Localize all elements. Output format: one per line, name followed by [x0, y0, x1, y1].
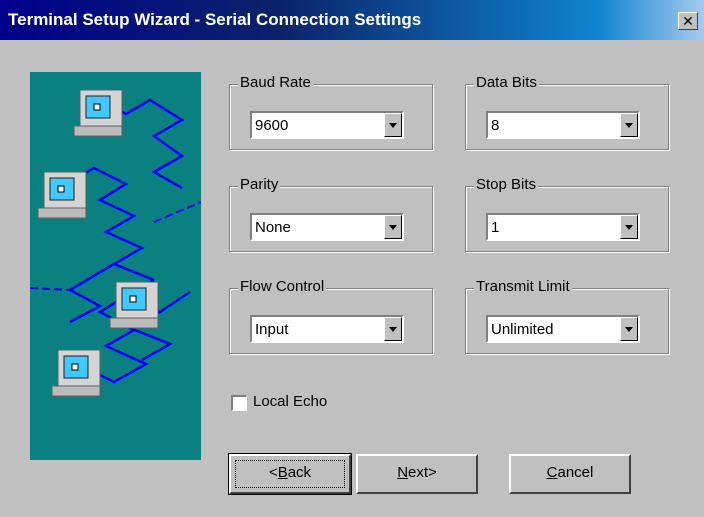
chevron-down-icon[interactable]: [384, 113, 402, 137]
transmit-limit-select[interactable]: Unlimited: [486, 315, 640, 343]
wizard-dialog: Terminal Setup Wizard - Serial Connectio…: [0, 0, 704, 517]
data-bits-label: Data Bits: [474, 74, 539, 91]
chevron-down-icon[interactable]: [620, 215, 638, 239]
parity-select[interactable]: None: [250, 213, 404, 241]
baud-rate-group: Baud Rate 9600: [229, 74, 433, 150]
cancel-button[interactable]: Cancel: [509, 454, 631, 494]
computer-icon: [51, 349, 101, 397]
next-button[interactable]: Next>: [356, 454, 478, 494]
flow-control-label: Flow Control: [238, 278, 327, 295]
close-icon: ✕: [682, 13, 694, 29]
flow-control-group: Flow Control Input: [229, 278, 433, 354]
flow-control-select[interactable]: Input: [250, 315, 404, 343]
back-button[interactable]: <Back: [228, 453, 352, 495]
data-bits-select[interactable]: 8: [486, 111, 640, 139]
data-bits-value: 8: [491, 117, 500, 134]
baud-rate-label: Baud Rate: [238, 74, 313, 91]
baud-rate-select[interactable]: 9600: [250, 111, 404, 139]
chevron-down-icon[interactable]: [384, 215, 402, 239]
window-title: Terminal Setup Wizard - Serial Connectio…: [8, 10, 422, 29]
network-illustration: [29, 72, 202, 460]
parity-group: Parity None: [229, 176, 433, 252]
stop-bits-label: Stop Bits: [474, 176, 539, 193]
chevron-down-icon[interactable]: [620, 317, 638, 341]
data-bits-group: Data Bits 8: [465, 74, 669, 150]
chevron-down-icon[interactable]: [384, 317, 402, 341]
chevron-down-icon[interactable]: [620, 113, 638, 137]
stop-bits-select[interactable]: 1: [486, 213, 640, 241]
stop-bits-value: 1: [491, 219, 500, 236]
local-echo-checkbox[interactable]: [231, 395, 247, 411]
computer-icon: [37, 171, 87, 219]
network-computers-image: [29, 89, 202, 397]
baud-rate-value: 9600: [255, 117, 289, 134]
computer-icon: [109, 281, 159, 329]
parity-label: Parity: [238, 176, 281, 193]
close-button[interactable]: ✕: [678, 12, 698, 30]
flow-control-value: Input: [255, 321, 289, 338]
local-echo-label: Local Echo: [253, 393, 328, 410]
title-bar[interactable]: Terminal Setup Wizard - Serial Connectio…: [0, 0, 704, 40]
transmit-limit-label: Transmit Limit: [474, 278, 572, 295]
focus-rectangle: [235, 460, 345, 488]
computer-icon: [73, 89, 123, 137]
stop-bits-group: Stop Bits 1: [465, 176, 669, 252]
transmit-limit-value: Unlimited: [491, 321, 554, 338]
transmit-limit-group: Transmit Limit Unlimited: [465, 278, 669, 354]
parity-value: None: [255, 219, 291, 236]
